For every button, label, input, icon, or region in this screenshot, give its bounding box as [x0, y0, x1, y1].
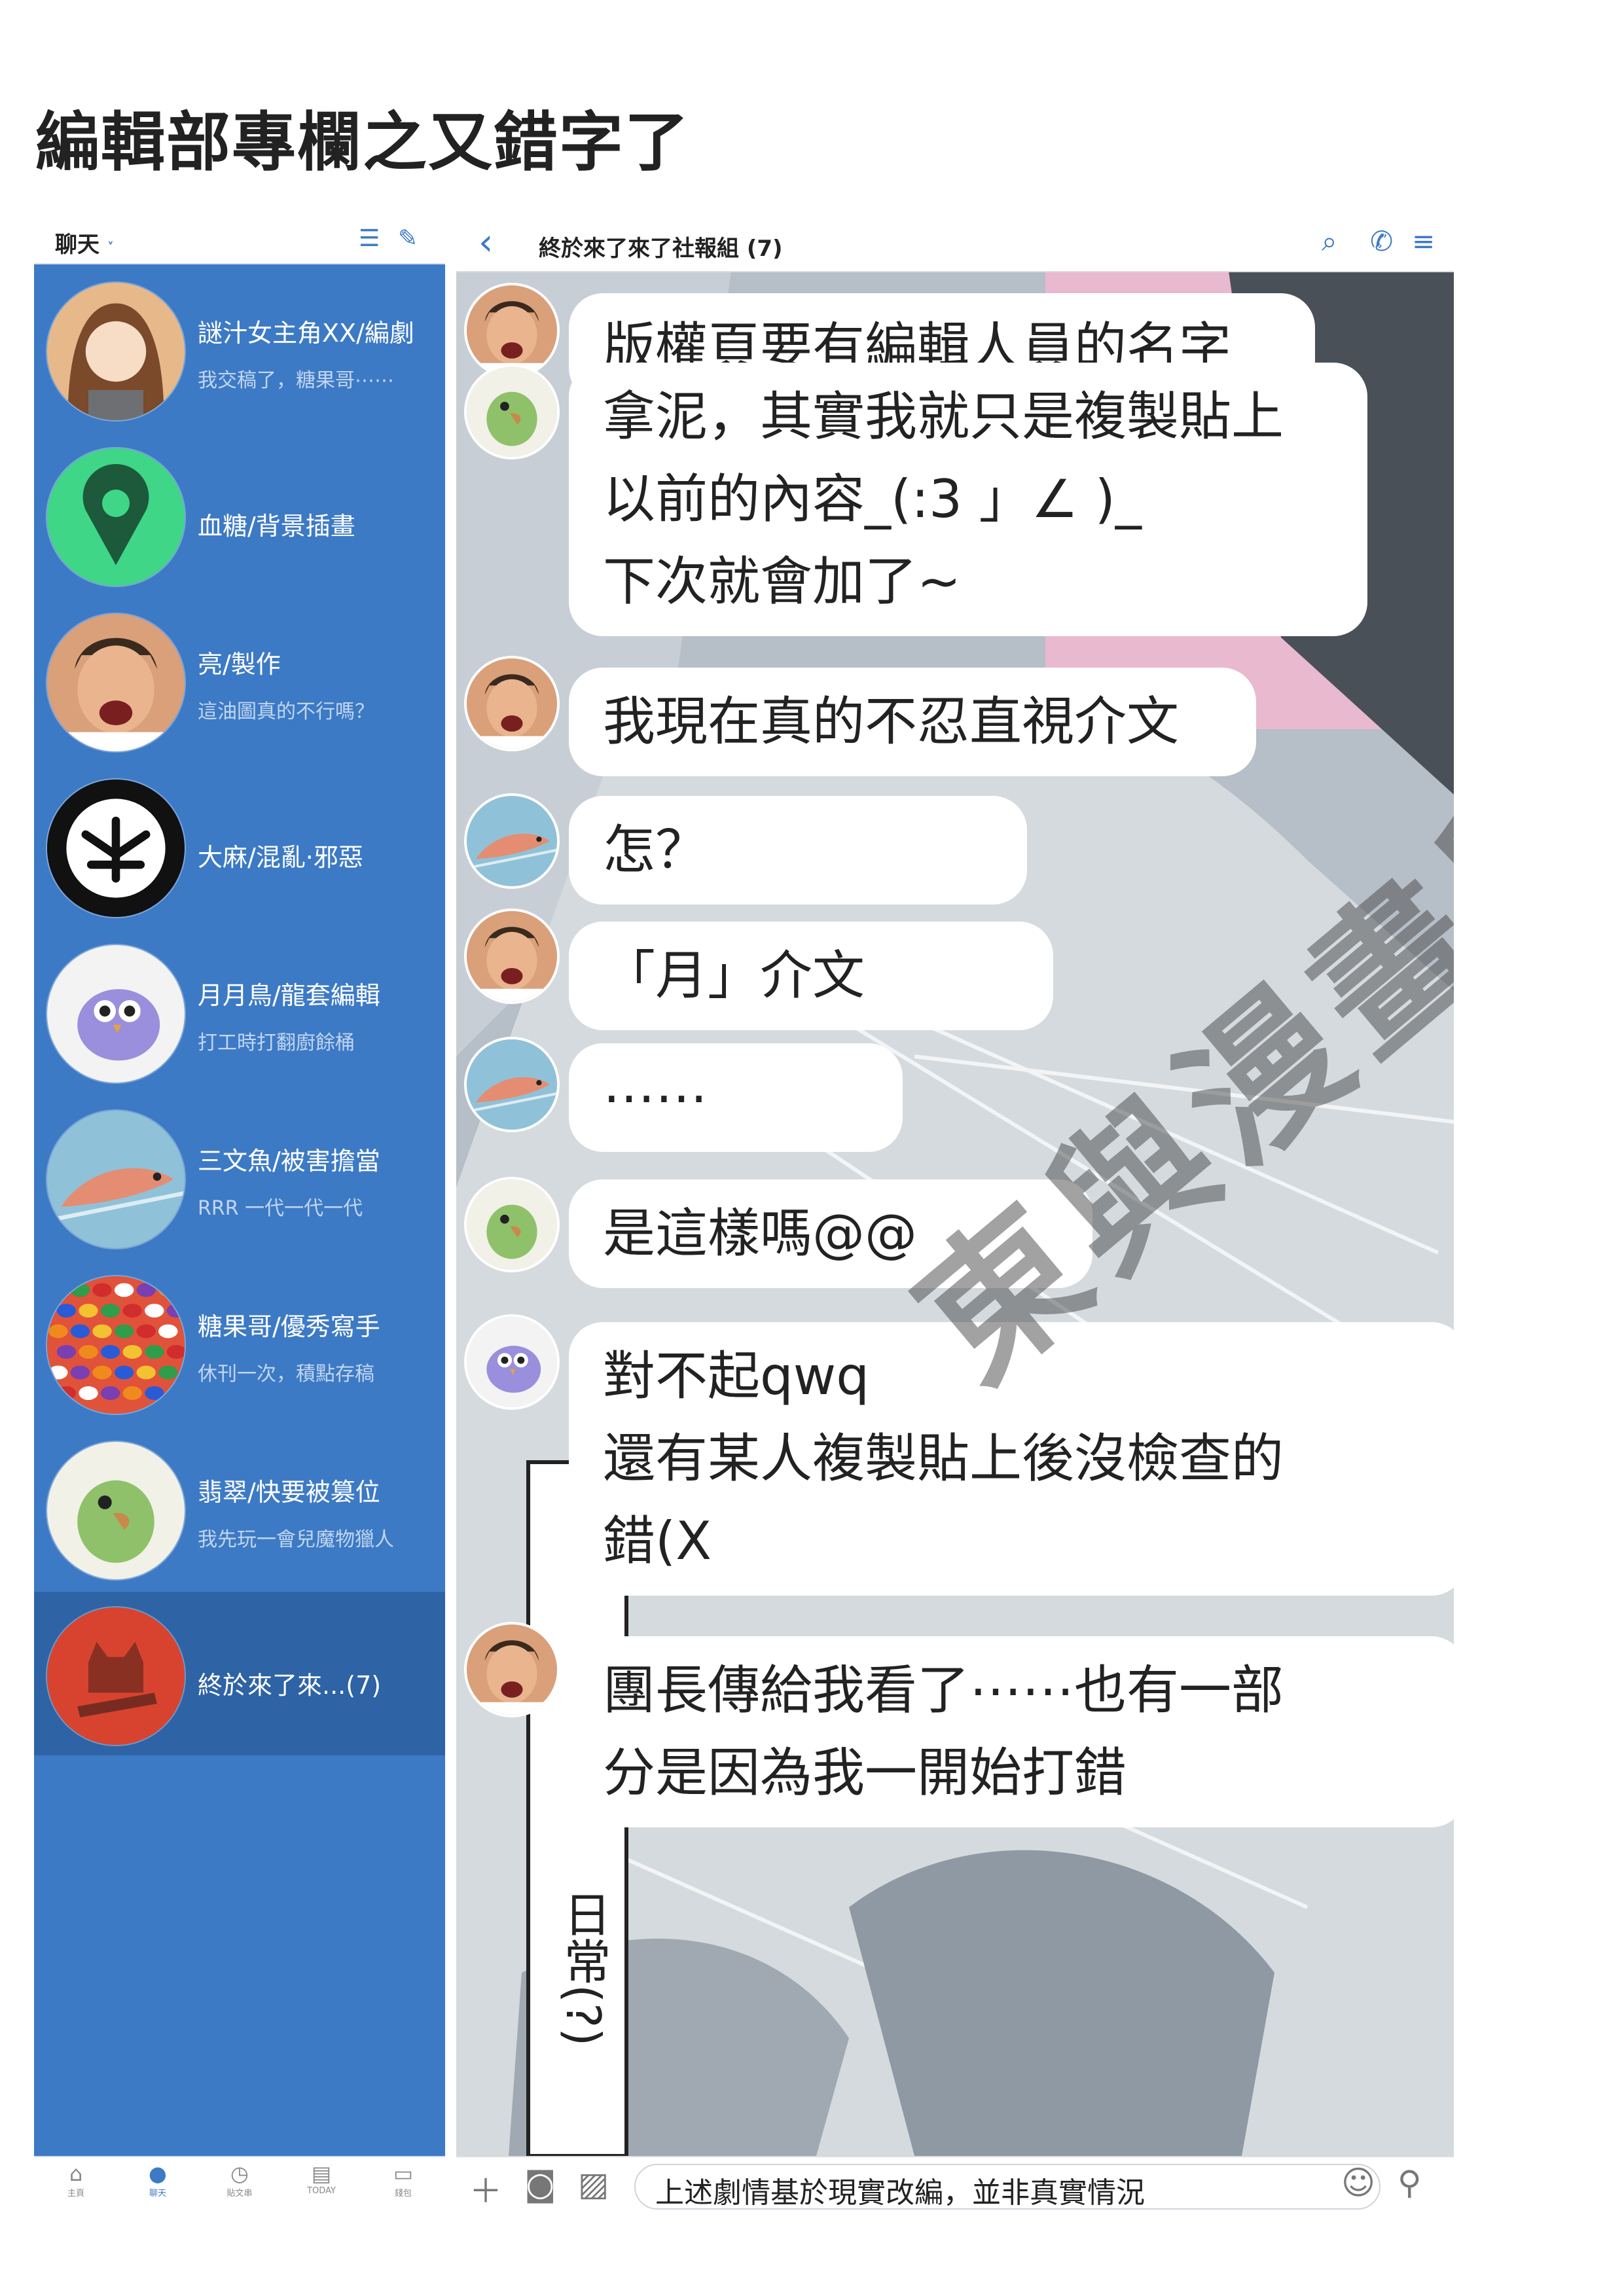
chat-name: 糖果哥/優秀寫手 [198, 1312, 380, 1341]
tab-label: 聊天 [149, 2189, 166, 2198]
chat-name: 大麻/混亂·邪惡 [198, 843, 363, 872]
message-salmon-avatar[interactable] [464, 793, 560, 889]
chat-list-item[interactable]: 謎汁女主角XX/編劇我交稿了，糖果哥⋯⋯ [34, 267, 445, 431]
message-bubble[interactable]: 團長傳給我看了⋯⋯也有一部 分是因為我一開始打錯 [569, 1636, 1454, 1827]
chat-list-item[interactable]: 月月鳥/龍套編輯打工時打翻廚餘桶 [34, 929, 445, 1093]
message-text-line: 分是因為我一開始打錯 [603, 1742, 1127, 1803]
chat-name: 終於來了來...(7) [198, 1671, 382, 1700]
message-text-line: ⋯⋯ [603, 1067, 708, 1128]
page-title: 編輯部專欄之又錯字了 [35, 105, 691, 180]
green-pin-avatar [46, 447, 186, 587]
message-text-line: 團長傳給我看了⋯⋯也有一部 [603, 1660, 1284, 1721]
purple-bird-avatar [46, 944, 186, 1084]
message-input-bar: ＋ ◙ ▨ 上述劇情基於現實改編，並非真實情況 ☺ ⚲ [456, 2156, 1454, 2217]
message-text-line: 還有某人複製貼上後沒檢查的 [603, 1428, 1284, 1489]
chat-name: 亮/製作 [198, 650, 281, 679]
chat-list-item[interactable]: 終於來了來...(7) [34, 1592, 445, 1755]
search-icon[interactable]: ⌕ [1322, 225, 1337, 258]
chat-list-header: 聊天 ˅ ☰ ✎ [34, 215, 445, 264]
chat-preview: 這油圖真的不行嗎？ [198, 700, 374, 723]
message-input[interactable]: 上述劇情基於現實改編，並非真實情況 [634, 2164, 1380, 2210]
chat-preview: 打工時打翻廚餘桶 [198, 1031, 355, 1054]
tab-home[interactable]: ⌂ 主頁 [37, 2161, 115, 2198]
tab-news[interactable]: ▤ TODAY [282, 2161, 361, 2196]
tab-clock[interactable]: ◷ 貼文串 [200, 2161, 279, 2198]
message-bubble[interactable]: 「月」介文 [569, 922, 1053, 1030]
message-text-line: 以前的內容_(:3 」∠ )_ [603, 469, 1142, 529]
image-icon[interactable]: ▨ [578, 2165, 609, 2203]
chat-preview: 我先玩一會兒魔物獵人 [198, 1528, 394, 1551]
back-icon[interactable]: ‹ [478, 221, 493, 264]
message-bubble[interactable]: 拿泥，其實我就只是複製貼上 以前的內容_(:3 」∠ )_ 下次就會加了~ [569, 363, 1367, 636]
chat-list-item[interactable]: 三文魚/被害擔當 RRR 一代一代一代 [34, 1095, 445, 1259]
chat-name: 翡翠/快要被篡位 [198, 1478, 380, 1507]
red-cat-avatar [46, 1606, 186, 1746]
microphone-icon[interactable]: ⚲ [1398, 2164, 1422, 2202]
message-shouting-man-avatar[interactable] [464, 908, 560, 1004]
wallet-icon: ▭ [393, 2161, 414, 2186]
shouting-man-avatar [46, 613, 186, 753]
camera-icon[interactable]: ◙ [524, 2165, 556, 2203]
chat-list-item[interactable]: 血糖/背景插畫 [34, 433, 445, 596]
message-green-parrot-avatar[interactable] [464, 1177, 560, 1272]
home-icon: ⌂ [69, 2161, 83, 2186]
new-chat-icon[interactable]: ✎ [398, 225, 418, 252]
green-parrot-avatar [46, 1441, 186, 1581]
menu-icon[interactable]: ≡ [1412, 225, 1435, 257]
message-text-line: 下次就會加了~ [603, 551, 962, 612]
chat-list-item[interactable]: 大麻/混亂·邪惡 [34, 764, 445, 927]
message-bubble[interactable]: ⋯⋯ [569, 1043, 903, 1152]
chat-room-header: ‹ 終於來了來了社報組 (7) ⌕ ✆ ≡ [456, 215, 1454, 272]
chat-preview: 我交稿了，糖果哥⋯⋯ [198, 369, 394, 392]
tab-chat[interactable]: ● 聊天 [118, 2161, 197, 2198]
emoji-icon[interactable]: ☺ [1341, 2164, 1375, 2202]
clock-icon: ◷ [230, 2161, 249, 2186]
message-text-line: 拿泥，其實我就只是複製貼上 [603, 386, 1284, 447]
message-shouting-man-avatar[interactable] [464, 1622, 560, 1717]
tab-label: 貼文串 [226, 2189, 253, 2198]
message-text-line: 我現在真的不忍直視介文 [603, 691, 1179, 752]
chat-name: 月月鳥/龍套編輯 [198, 981, 380, 1010]
chat-preview: RRR 一代一代一代 [198, 1197, 363, 1220]
chat-list-item[interactable]: 翡翠/快要被篡位我先玩一會兒魔物獵人 [34, 1426, 445, 1590]
tab-wallet[interactable]: ▭ 錢包 [364, 2161, 442, 2198]
message-bubble[interactable]: 怎？ [569, 796, 1027, 905]
manga-caption: 日常(?) [556, 1890, 611, 2047]
message-shouting-man-avatar[interactable] [464, 656, 560, 751]
message-bubble[interactable]: 我現在真的不忍直視介文 [569, 668, 1256, 776]
tab-label: 主頁 [67, 2189, 84, 2198]
tab-label: 錢包 [394, 2189, 412, 2198]
anime-girl-avatar [46, 281, 186, 422]
message-text-line: 「月」介文 [603, 945, 865, 1006]
message-green-parrot-avatar[interactable] [464, 364, 560, 459]
chat-icon: ● [149, 2161, 167, 2186]
message-purple-bird-avatar[interactable] [464, 1314, 560, 1410]
news-icon: ▤ [311, 2161, 332, 2186]
chat-list-title[interactable]: 聊天 ˅ [55, 226, 114, 259]
leaf-badge-avatar [46, 778, 186, 918]
chat-list-item[interactable]: 亮/製作這油圖真的不行嗎？ [34, 598, 445, 762]
chat-name: 血糖/背景插畫 [198, 512, 355, 541]
message-input-text: 上述劇情基於現實改編，並非真實情況 [655, 2176, 1145, 2210]
sort-icon[interactable]: ☰ [359, 225, 380, 252]
chat-list-panel: 聊天 ˅ ☰ ✎ 謎汁女主角XX/編劇 我交稿了，糖果哥⋯⋯ 血糖/背景插畫 亮/製作… [34, 215, 445, 2219]
chat-name: 謎汁女主角XX/編劇 [198, 319, 414, 348]
jellybeans-avatar [46, 1275, 186, 1415]
salmon-avatar [46, 1109, 186, 1249]
chat-preview: 休刊一次，積點存稿 [198, 1363, 374, 1386]
message-text-line: 怎？ [603, 819, 708, 880]
tab-label: TODAY [307, 2186, 336, 2196]
chat-list-item[interactable]: 糖果哥/優秀寫手休刊一次，積點存稿 [34, 1261, 445, 1424]
bottom-tab-bar: ⌂ 主頁 ● 聊天 ◷ 貼文串 ▤ TODAY ▭ 錢包 [34, 2156, 445, 2219]
chat-room-panel: ‹ 終於來了來了社報組 (7) ⌕ ✆ ≡ 日常(?) 版權頁要有編輯人員的名字… [456, 215, 1454, 2217]
phone-icon[interactable]: ✆ [1370, 225, 1393, 257]
plus-icon[interactable]: ＋ [469, 2165, 502, 2212]
message-salmon-avatar[interactable] [464, 1037, 560, 1132]
chat-name: 三文魚/被害擔當 [198, 1147, 380, 1175]
chat-room-title: 終於來了來了社報組 (7) [539, 236, 783, 262]
message-text-line: 錯(X [603, 1511, 712, 1571]
